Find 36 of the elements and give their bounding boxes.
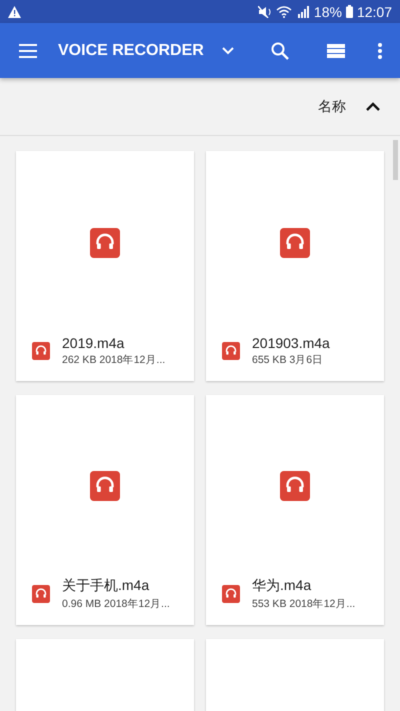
mute-icon	[258, 6, 272, 18]
headphones-icon	[280, 471, 310, 501]
more-icon	[378, 42, 382, 58]
headphones-icon	[32, 342, 50, 360]
file-details: 262 KB 2018年12月...	[62, 353, 166, 367]
signal-icon	[296, 6, 310, 18]
warning-icon	[8, 6, 21, 18]
chevron-up-icon[interactable]	[366, 102, 380, 111]
search-icon	[271, 42, 289, 60]
battery-icon	[346, 5, 353, 18]
file-card[interactable]: 华为.m4a 553 KB 2018年12月...	[206, 395, 384, 625]
file-name: 2019.m4a	[62, 335, 126, 351]
file-card[interactable]: 2019.m4a 262 KB 2018年12月...	[16, 151, 194, 381]
sort-label[interactable]: 名称	[318, 98, 346, 116]
list-icon	[327, 44, 345, 58]
headphones-icon	[280, 228, 310, 258]
file-name: 201903.m4a	[252, 335, 330, 351]
headphones-icon	[90, 228, 120, 258]
scrollbar[interactable]	[393, 140, 398, 180]
file-details: 0.96 MB 2018年12月...	[62, 597, 170, 611]
file-name: 关于手机.m4a	[62, 577, 150, 595]
battery-percent: 18%	[314, 4, 342, 20]
headphones-icon	[32, 585, 50, 603]
file-card[interactable]: 201903.m4a 655 KB 3月6日	[206, 151, 384, 381]
headphones-icon	[222, 585, 240, 603]
app-title: VOICE RECORDER	[58, 42, 204, 60]
file-details: 553 KB 2018年12月...	[252, 597, 356, 611]
file-card[interactable]: 关于手机.m4a 0.96 MB 2018年12月...	[16, 395, 194, 625]
headphones-icon	[222, 342, 240, 360]
menu-icon	[19, 44, 37, 58]
wifi-icon	[276, 6, 292, 18]
headphones-icon	[90, 471, 120, 501]
clock-time: 12:07	[356, 4, 392, 20]
chevron-down-icon	[222, 46, 234, 54]
file-details: 655 KB 3月6日	[252, 353, 324, 367]
file-name: 华为.m4a	[252, 577, 312, 595]
